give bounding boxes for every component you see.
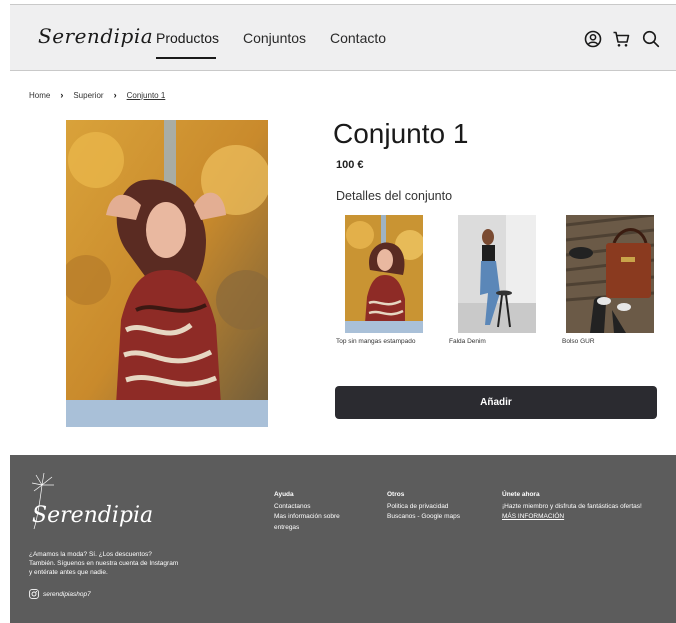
footer-col-title: Únete ahora	[502, 491, 540, 498]
footer-join-text: ¡Hazte miembro y disfruta de fantásticas…	[502, 502, 642, 510]
item-thumb-bag[interactable]	[566, 215, 654, 333]
footer-col-ayuda: Ayuda Contactanos Mas información sobre …	[274, 490, 364, 533]
user-icon[interactable]	[583, 29, 603, 49]
nav-contacto[interactable]: Contacto	[330, 30, 386, 46]
instagram-handle: serendipiashop7	[43, 590, 91, 598]
footer-col-otros: Otros Politica de privacidad Buscanos - …	[387, 490, 487, 523]
breadcrumb-home[interactable]: Home	[29, 91, 50, 100]
item-label-top: Top sin mangas estampado	[336, 338, 416, 345]
breadcrumb-current[interactable]: Conjunto 1	[127, 91, 166, 100]
product-main-image	[66, 120, 268, 427]
instagram-icon	[29, 589, 39, 599]
item-thumb-top[interactable]	[345, 215, 423, 333]
footer-col-title: Ayuda	[274, 491, 294, 498]
product-price: 100 €	[336, 159, 364, 171]
breadcrumb: Home › Superior › Conjunto 1	[29, 90, 165, 100]
footer-link-contactanos[interactable]: Contactanos	[274, 502, 364, 513]
nav-productos[interactable]: Productos	[156, 30, 219, 46]
add-to-cart-button[interactable]: Añadir	[335, 386, 657, 419]
product-title: Conjunto 1	[333, 118, 469, 149]
search-icon[interactable]	[641, 29, 661, 49]
footer-logo[interactable]: Serendipia	[32, 503, 153, 528]
footer-link-entregas[interactable]: Mas información sobre entregas	[274, 512, 364, 533]
chevron-right-icon: ›	[60, 90, 64, 100]
site-header: Serendipia Productos Conjuntos Contacto	[10, 4, 676, 71]
cart-icon[interactable]	[611, 29, 631, 49]
nav-active-indicator	[156, 57, 216, 59]
footer-link-privacidad[interactable]: Politica de privacidad	[387, 502, 487, 513]
chevron-right-icon: ›	[113, 90, 117, 100]
nav-conjuntos[interactable]: Conjuntos	[243, 30, 306, 46]
footer-link-mas-informacion[interactable]: MÁS INFORMACIÓN	[502, 512, 672, 523]
footer-col-title: Otros	[387, 491, 405, 498]
details-heading: Detalles del conjunto	[336, 189, 453, 203]
footer-link-google-maps[interactable]: Buscanos - Google maps	[387, 512, 487, 523]
footer-description: ¿Amamos la moda? Sí. ¿Los descuentos? Ta…	[29, 551, 179, 576]
item-label-bag: Bolso GUR	[562, 338, 595, 345]
breadcrumb-superior[interactable]: Superior	[73, 91, 103, 100]
footer-col-unete: Únete ahora ¡Hazte miembro y disfruta de…	[502, 490, 672, 523]
item-thumb-skirt[interactable]	[458, 215, 536, 333]
site-footer: Serendipia ¿Amamos la moda? Sí. ¿Los des…	[10, 455, 676, 623]
brand-logo[interactable]: Serendipia	[38, 24, 153, 48]
item-label-skirt: Falda Denim	[449, 338, 486, 345]
instagram-link[interactable]: serendipiashop7	[29, 589, 91, 599]
